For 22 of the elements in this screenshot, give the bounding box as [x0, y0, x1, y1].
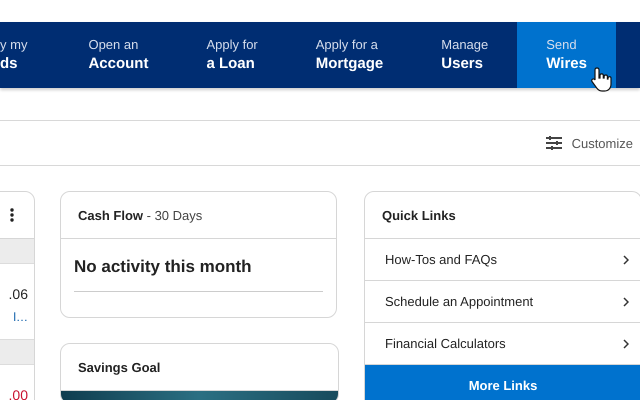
- more-options-icon[interactable]: [10, 208, 14, 222]
- nav-item[interactable]: Open an Account: [59, 22, 178, 88]
- chevron-right-icon: [623, 254, 629, 264]
- card-title: Quick Links: [382, 208, 456, 222]
- quick-link[interactable]: Schedule an Appointment: [365, 281, 640, 323]
- quick-link[interactable]: How-Tos and FAQs: [365, 239, 640, 281]
- account-balance: .06: [8, 286, 28, 302]
- nav-item[interactable]: Manage Users: [412, 22, 518, 88]
- nav-item[interactable]: Apply for a Loan: [177, 22, 287, 88]
- nav-item[interactable]: Apply for a Mortgage: [286, 22, 412, 88]
- account-balance: .00: [8, 387, 28, 400]
- card-title: Cash Flow - 30 Days: [78, 208, 202, 222]
- account-link[interactable]: l…: [13, 310, 28, 324]
- card-title: Savings Goal: [78, 360, 160, 374]
- chevron-right-icon: [623, 338, 629, 348]
- more-links-button[interactable]: More Links: [365, 365, 640, 400]
- nav-item[interactable]: y my ds: [0, 22, 60, 88]
- chevron-right-icon: [623, 296, 629, 306]
- empty-message: No activity this month: [74, 257, 323, 292]
- customize-button[interactable]: Customize: [544, 135, 633, 151]
- pointer-hand-icon: [590, 66, 612, 92]
- sliders-icon: [544, 135, 563, 151]
